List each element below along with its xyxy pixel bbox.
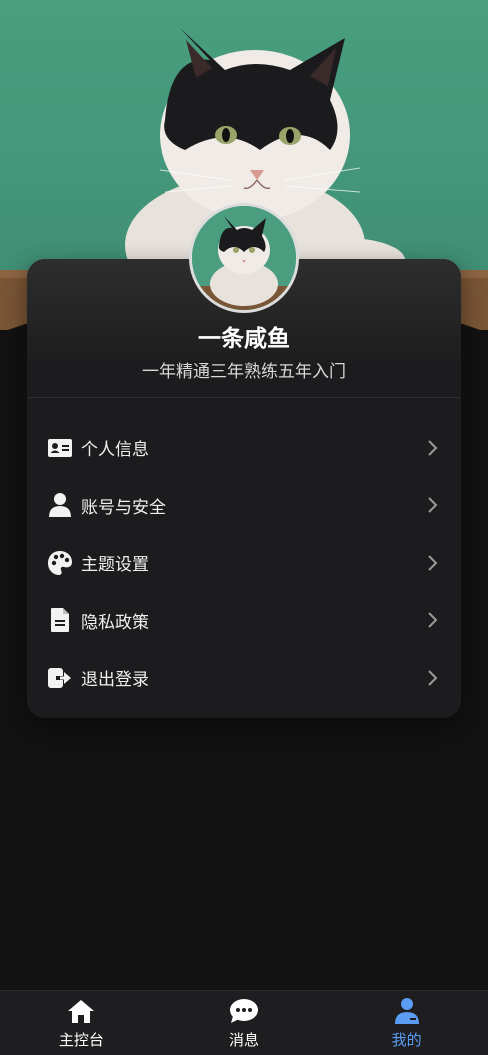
tab-label: 主控台 (58, 1031, 104, 1049)
menu-item-logout[interactable]: 退出登录 (27, 649, 461, 707)
tab-messages[interactable]: 消息 (163, 991, 326, 1055)
chevron-right-icon (428, 440, 438, 456)
user-icon (47, 492, 73, 518)
menu-item-account-security[interactable]: 账号与安全 (27, 477, 461, 535)
chat-icon (229, 997, 259, 1025)
avatar[interactable] (189, 203, 299, 313)
menu-label: 退出登录 (81, 670, 149, 691)
tab-label: 消息 (229, 1031, 260, 1049)
profile-card: 一条咸鱼 一年精通三年熟练五年入门 个人信息 账号与安全 主题设置 隐私政策 退… (27, 203, 461, 718)
user-motto: 一年精通三年熟练五年入门 (142, 362, 346, 382)
document-icon (47, 607, 73, 633)
menu-item-personal-info[interactable]: 个人信息 (27, 419, 461, 477)
menu-label: 主题设置 (81, 555, 149, 576)
profile-screen: 一条咸鱼 一年精通三年熟练五年入门 个人信息 账号与安全 主题设置 隐私政策 退… (0, 0, 488, 1055)
user-name: 一条咸鱼 (198, 326, 290, 352)
settings-menu: 个人信息 账号与安全 主题设置 隐私政策 退出登录 (27, 419, 461, 707)
menu-label: 隐私政策 (81, 612, 149, 633)
card-divider (27, 397, 461, 398)
menu-label: 个人信息 (81, 440, 149, 461)
menu-item-theme-settings[interactable]: 主题设置 (27, 534, 461, 592)
chevron-right-icon (428, 555, 438, 571)
bottom-tab-bar: 主控台 消息 我的 (0, 990, 488, 1055)
user-profile-icon (392, 997, 422, 1025)
chevron-right-icon (428, 612, 438, 628)
menu-label: 账号与安全 (81, 497, 166, 518)
tab-mine[interactable]: 我的 (325, 991, 488, 1055)
avatar-cat-image (192, 206, 296, 310)
chevron-right-icon (428, 497, 438, 513)
logout-icon (47, 665, 73, 691)
home-icon (66, 997, 96, 1025)
tab-label: 我的 (391, 1031, 422, 1049)
palette-icon (47, 550, 73, 576)
chevron-right-icon (428, 670, 438, 686)
tab-dashboard[interactable]: 主控台 (0, 991, 163, 1055)
menu-item-privacy-policy[interactable]: 隐私政策 (27, 592, 461, 650)
id-card-icon (47, 435, 73, 461)
